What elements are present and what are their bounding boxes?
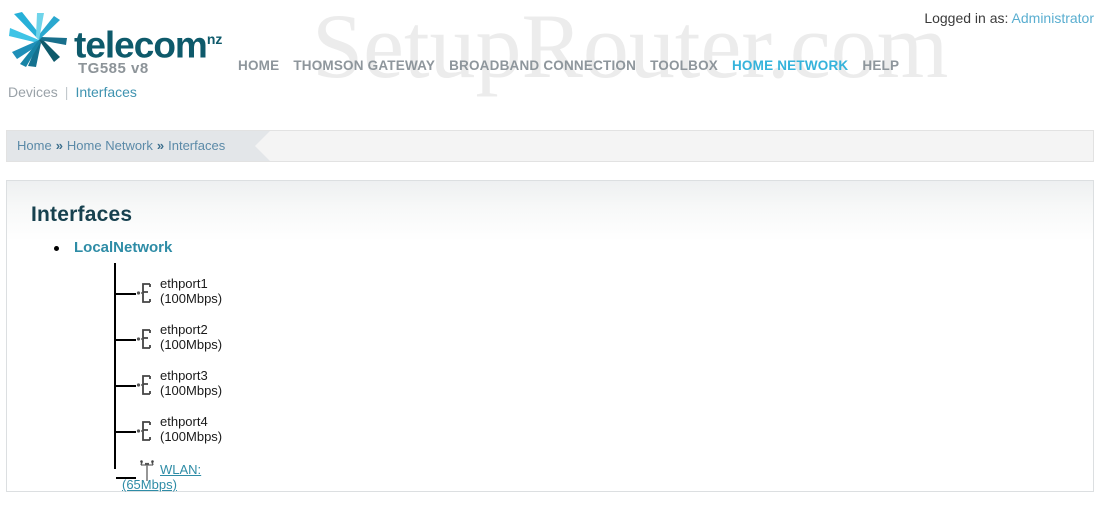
brand-name: telecomnz [74, 24, 223, 66]
tree-branch-line [116, 339, 136, 341]
wlan-speed-link[interactable]: (65Mbps) [122, 477, 201, 492]
nav-item-help[interactable]: HELP [862, 58, 899, 73]
breadcrumb-item-home-network[interactable]: Home Network [67, 138, 153, 153]
nav-item-thomson-gateway[interactable]: THOMSON GATEWAY [293, 58, 435, 73]
ethernet-port-icon [136, 375, 151, 395]
interface-name: ethport3 [160, 368, 208, 383]
nav-item-home[interactable]: HOME [238, 58, 279, 73]
interface-speed: (100Mbps) [160, 429, 223, 444]
content-panel: Interfaces LocalNetwork ethport1 (100Mbp… [6, 180, 1094, 492]
interface-speed: (100Mbps) [160, 337, 223, 352]
tree-item-label: ethport3 (100Mbps) [160, 368, 222, 398]
login-status: Logged in as: Administrator [924, 10, 1094, 26]
subnav-item-interfaces[interactable]: Interfaces [75, 84, 136, 100]
tree-root-row: LocalNetwork [7, 239, 1093, 259]
breadcrumb-separator-icon: » [55, 138, 63, 153]
brand-superscript: nz [206, 31, 223, 47]
tree-item-label[interactable]: WLAN: (65Mbps) [122, 462, 201, 492]
interface-speed: (100Mbps) [160, 291, 223, 306]
bullet-icon [54, 246, 59, 251]
tree-branch-line [116, 293, 136, 295]
sub-navigation[interactable]: Devices | Interfaces [8, 84, 137, 100]
breadcrumb-bar: Home» Home Network» Interfaces [6, 130, 1094, 162]
login-label: Logged in as: [924, 10, 1009, 26]
device-model: TG585 v8 [78, 60, 149, 77]
logged-in-user[interactable]: Administrator [1012, 10, 1094, 26]
tree-root-localnetwork-link[interactable]: LocalNetwork [74, 239, 172, 256]
tree-item-label: ethport2 (100Mbps) [160, 322, 222, 352]
page-title: Interfaces [31, 203, 133, 226]
subnav-item-devices[interactable]: Devices [8, 84, 58, 100]
tree-branches: ethport1 (100Mbps) ethport2 (100Mbps) et… [7, 263, 1093, 492]
ethernet-port-icon [136, 283, 151, 303]
breadcrumb-separator-icon: » [156, 138, 165, 153]
tree-item-label: ethport1 (100Mbps) [160, 276, 222, 306]
tree-item-label: ethport4 (100Mbps) [160, 414, 222, 444]
ethernet-port-icon [136, 329, 151, 349]
page-header: telecomnz TG585 v8 Logged in as: Adminis… [0, 0, 1100, 110]
telecom-starburst-logo-icon [9, 12, 67, 67]
nav-item-broadband-connection[interactable]: BROADBAND CONNECTION [449, 58, 636, 73]
interface-name: ethport2 [160, 322, 208, 337]
interfaces-tree: LocalNetwork ethport1 (100Mbps) ethport2… [7, 239, 1093, 492]
tree-branch-line [116, 431, 136, 433]
breadcrumb[interactable]: Home» Home Network» Interfaces [17, 138, 225, 153]
wlan-link[interactable]: WLAN: [160, 462, 201, 477]
nav-item-home-network[interactable]: HOME NETWORK [732, 58, 848, 73]
nav-item-toolbox[interactable]: TOOLBOX [650, 58, 718, 73]
ethernet-port-icon [136, 421, 151, 441]
breadcrumb-item-interfaces[interactable]: Interfaces [168, 138, 225, 153]
main-navigation[interactable]: HOME THOMSON GATEWAY BROADBAND CONNECTION T… [238, 58, 913, 73]
breadcrumb-item-home[interactable]: Home [17, 138, 52, 153]
tree-branch-line [116, 385, 136, 387]
subnav-separator: | [64, 84, 69, 100]
interface-name: ethport4 [160, 414, 208, 429]
brand-block: telecomnz TG585 v8 [8, 8, 228, 78]
interface-speed: (100Mbps) [160, 383, 223, 398]
interface-name: ethport1 [160, 276, 208, 291]
